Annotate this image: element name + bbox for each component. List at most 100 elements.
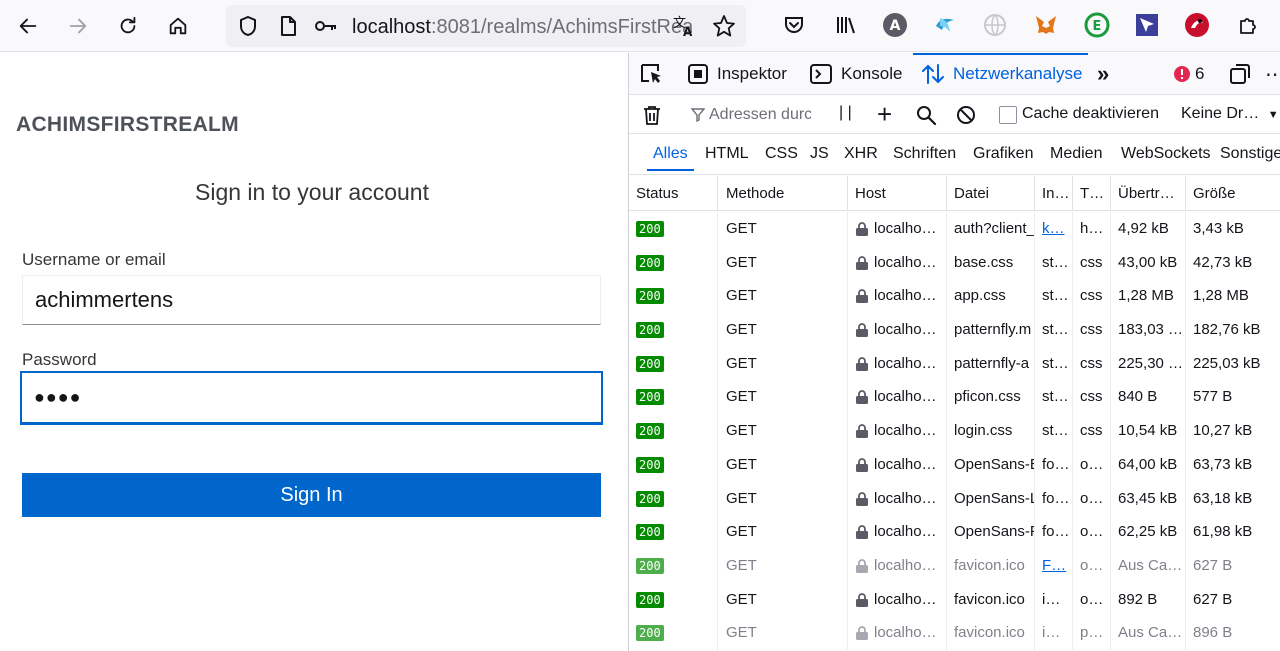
shield-icon[interactable] [236,14,260,38]
filter-sonstige[interactable]: Sonstige [1220,145,1280,163]
transferred-cell: 64,00 kB [1111,447,1186,482]
type-cell: o… [1073,582,1111,617]
column-status[interactable]: Status [629,176,718,211]
username-label: Username or email [22,250,166,269]
block-button[interactable] [955,104,977,131]
column-host[interactable]: Host [848,176,947,211]
table-row[interactable]: 200 GET localho… auth?client_ k… h… 4,92 kB 3,4… [629,212,1280,246]
filter-alles[interactable]: Alles [647,145,694,171]
key-icon[interactable] [314,14,338,38]
password-input[interactable]: ●●●● [20,371,603,425]
table-row[interactable]: 200 GET localho… pficon.css st… css 840 B 577 B [629,380,1280,415]
account-icon[interactable]: A [881,11,909,39]
add-request-button[interactable]: + [877,99,892,129]
devtools-tabs: Inspektor Konsole Netzwerkanalyse » 6 ⋯ [629,53,1280,95]
extension-icon-1[interactable] [931,11,959,39]
tab-inspektor[interactable]: Inspektor [687,53,787,95]
page-title: Sign in to your account [195,179,429,205]
extension-e-icon[interactable]: E [1083,11,1111,39]
initiator-cell: fo… [1035,481,1073,516]
table-row[interactable]: 200 GET localho… favicon.ico i… p… Aus Ca… 896 … [629,616,1280,650]
lock-icon [856,592,868,607]
error-counter[interactable]: 6 [1173,53,1204,95]
table-row[interactable]: 200 GET localho… base.css st… css 43,00 kB 42,7… [629,245,1280,280]
size-cell: 577 B [1193,388,1233,406]
extensions-puzzle-icon[interactable] [1235,11,1263,39]
size-cell: 63,18 kB [1193,489,1253,507]
filter-medien[interactable]: Medien [1050,145,1102,163]
table-row[interactable]: 200 GET localho… patternfly.m st… css 183,03 …… [629,313,1280,347]
dock-button[interactable] [1229,53,1259,95]
more-tabs-button[interactable]: » [1097,53,1109,95]
column-uebertragen[interactable]: Übertr… [1111,176,1186,211]
translate-icon[interactable]: 文A [672,14,696,38]
table-row[interactable]: 200 GET localho… OpenSans-F fo… o… 62,25 kB 61,… [629,515,1280,549]
column-datei[interactable]: Datei [947,176,1035,211]
method-cell: GET [719,447,848,482]
pocket-icon[interactable] [780,11,808,39]
initiator-link[interactable]: k… [1042,220,1065,237]
lock-icon [856,559,868,573]
type-cell: css [1073,313,1111,347]
column-groesse[interactable]: Größe [1186,176,1280,211]
tab-konsole[interactable]: Konsole [809,53,902,95]
transferred-cell: 63,45 kB [1111,481,1186,516]
reload-button[interactable] [111,9,145,43]
filter-schriften[interactable]: Schriften [893,145,956,163]
filter-js[interactable]: JS [810,145,829,163]
file-cell: patternfly-a [947,346,1035,381]
metamask-icon[interactable] [1032,11,1060,39]
url-bar[interactable]: localhost:8081/realms/AchimsFirstRealm/p… [226,5,746,47]
status-cell: 200 [629,582,718,617]
username-input[interactable]: achimmertens [22,275,601,325]
library-icon[interactable] [832,11,860,39]
star-icon[interactable] [712,14,736,38]
filter-grafiken[interactable]: Grafiken [973,145,1033,163]
column-typ[interactable]: T… [1073,176,1111,211]
table-row[interactable]: 200 GET localho… OpenSans-L fo… o… 63,45 kB 63,… [629,481,1280,516]
file-cell: favicon.ico [947,548,1035,583]
size-cell: 63,73 kB [1193,455,1253,473]
element-picker-button[interactable] [639,53,673,95]
back-button[interactable] [11,9,45,43]
url-filter-input[interactable]: Adressen durchsuchen [689,102,811,128]
filter-websockets[interactable]: WebSockets [1121,145,1211,163]
home-button[interactable] [161,9,195,43]
sign-in-button[interactable]: Sign In [22,473,601,517]
search-button[interactable] [915,104,937,131]
table-row[interactable]: 200 GET localho… favicon.ico F… o… Aus Ca… 627 … [629,548,1280,583]
status-cell: 200 [629,481,718,516]
status-cell: 200 [629,616,718,650]
more-dots-icon: ⋯ [1265,62,1280,87]
globe-icon[interactable] [981,11,1009,39]
host-cell: localho… [848,380,947,415]
table-row[interactable]: 200 GET localho… app.css st… css 1,28 MB 1,28 M… [629,279,1280,314]
table-row[interactable]: 200 GET localho… patternfly-a st… css 225,30 …… [629,346,1280,381]
filter-html[interactable]: HTML [705,145,749,163]
table-row[interactable]: 200 GET localho… login.css st… css 10,54 kB 10,… [629,414,1280,448]
initiator-link[interactable]: F… [1042,557,1066,574]
forward-button[interactable] [61,9,95,43]
overflow-menu-button[interactable]: ⋯ [1265,53,1280,95]
tab-netzwerkanalyse[interactable]: Netzwerkanalyse [912,53,1089,95]
page-icon[interactable] [276,14,300,38]
column-methode[interactable]: Methode [719,176,848,211]
initiator-cell: st… [1035,313,1073,347]
extension-arrow-icon[interactable] [1133,11,1161,39]
column-initiator[interactable]: In… [1035,176,1073,211]
network-icon [922,64,944,84]
extension-red-icon[interactable] [1183,11,1211,39]
filter-css[interactable]: CSS [765,145,798,163]
file-cell: favicon.ico [947,616,1035,650]
status-cell: 200 [629,515,718,549]
svg-text:A: A [890,18,901,34]
status-badge: 200 [636,524,664,541]
throttling-select[interactable]: Keine Dr… ▼ [1181,105,1279,123]
request-table-body: 200 GET localho… auth?client_ k… h… 4,92 kB 3,4… [629,212,1280,650]
disable-cache-checkbox[interactable] [999,106,1017,124]
filter-xhr[interactable]: XHR [844,145,878,163]
table-row[interactable]: 200 GET localho… favicon.ico i… o… 892 B 627 B [629,582,1280,617]
table-row[interactable]: 200 GET localho… OpenSans-E fo… o… 64,00 kB 63,… [629,447,1280,482]
pause-button[interactable]: | | [839,104,852,122]
clear-button[interactable] [641,104,663,131]
